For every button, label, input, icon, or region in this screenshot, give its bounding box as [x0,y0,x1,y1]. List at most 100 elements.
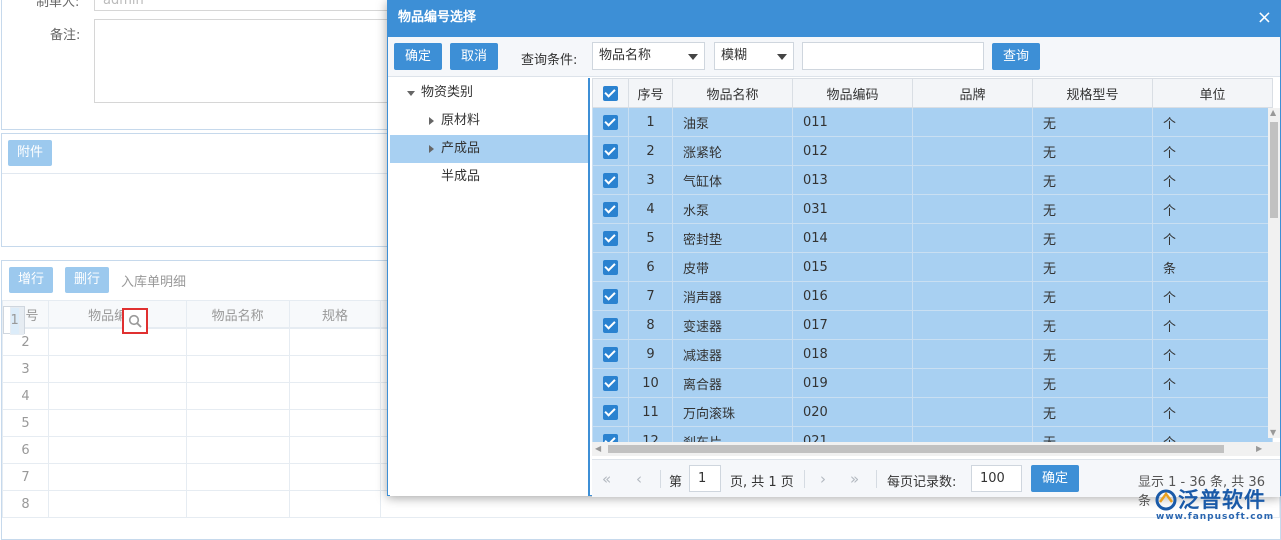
query-field-select[interactable]: 物品名称 [592,42,705,70]
item-code-cell[interactable]: 015 [792,252,913,282]
table-row[interactable]: 5 密封垫 014 无个 [592,223,1273,253]
spec-model-cell[interactable]: 无 [1032,223,1153,253]
row-no-cell[interactable]: 11 [628,397,673,427]
col-header-no[interactable]: 序号 [628,78,673,108]
item-name-cell[interactable]: 变速器 [672,310,793,340]
remark-field[interactable] [94,19,392,103]
item-code-cell[interactable] [18,306,148,335]
unit-cell[interactable]: 个 [1152,281,1273,311]
cell[interactable] [288,463,382,491]
tree-node-root[interactable]: 物资类别 [390,79,588,107]
table-row[interactable]: 6 皮带 015 无条 [592,252,1273,282]
item-name-cell[interactable]: 皮带 [672,252,793,282]
unit-cell[interactable]: 个 [1152,223,1273,253]
cell[interactable] [185,463,290,491]
table-row[interactable]: 10 离合器 019 无个 [592,368,1273,398]
next-page-icon[interactable]: › [820,470,826,488]
scroll-thumb[interactable] [608,445,1224,453]
item-code-cell[interactable]: 019 [792,368,913,398]
scroll-left-icon[interactable]: ◀ [595,444,601,453]
unit-cell[interactable]: 个 [1152,194,1273,224]
row-checkbox[interactable] [592,281,629,311]
item-code-cell[interactable]: 031 [792,194,913,224]
match-mode-select[interactable]: 模糊 [714,42,794,70]
scroll-up-icon[interactable]: ▲ [1270,108,1276,117]
cell[interactable] [47,490,187,518]
spec-model-cell[interactable]: 无 [1032,310,1153,340]
collapse-arrow-icon[interactable] [429,145,434,153]
row-no-cell[interactable]: 2 [628,136,673,166]
cell[interactable] [288,328,382,356]
table-row[interactable]: 7 消声器 016 无个 [592,281,1273,311]
cell[interactable] [288,409,382,437]
row-no-cell[interactable]: 9 [628,339,673,369]
spec-model-cell[interactable]: 无 [1032,194,1153,224]
unit-cell[interactable]: 个 [1152,136,1273,166]
creator-field[interactable]: admin [94,0,392,11]
row-checkbox[interactable] [592,136,629,166]
cell[interactable] [185,490,290,518]
item-code-cell[interactable]: 014 [792,223,913,253]
col-header-unit[interactable]: 单位 [1152,78,1273,108]
item-code-cell[interactable]: 012 [792,136,913,166]
unit-cell[interactable]: 条 [1152,252,1273,282]
cell[interactable] [288,355,382,383]
attach-button[interactable]: 附件 [8,140,53,166]
query-button[interactable]: 查询 [992,43,1040,70]
confirm-button[interactable]: 确定 [394,43,442,70]
table-row[interactable]: 3 气缸体 013 无个 [592,165,1273,195]
row-checkbox[interactable] [592,223,629,253]
row-no-cell[interactable]: 8 [628,310,673,340]
cell[interactable] [288,382,382,410]
cell[interactable] [185,436,290,464]
table-row[interactable]: 2 涨紧轮 012 无个 [592,136,1273,166]
horizontal-scrollbar[interactable]: ◀ ▶ [592,442,1280,456]
item-code-cell[interactable]: 013 [792,165,913,195]
unit-cell[interactable]: 个 [1152,165,1273,195]
scroll-thumb[interactable] [1270,122,1278,218]
item-code-cell[interactable]: 011 [792,107,913,137]
unit-cell[interactable]: 个 [1152,107,1273,137]
row-checkbox[interactable] [592,252,629,282]
lookup-button[interactable] [121,307,148,334]
row-no-cell[interactable]: 1 [628,107,673,137]
item-name-cell[interactable]: 油泵 [672,107,793,137]
spec-model-cell[interactable]: 无 [1032,281,1153,311]
row-checkbox[interactable] [592,107,629,137]
item-code-cell[interactable]: 016 [792,281,913,311]
cell[interactable] [47,463,187,491]
vertical-scrollbar[interactable]: ▲ ▼ [1268,108,1280,438]
row-no-cell[interactable]: 10 [628,368,673,398]
row-checkbox[interactable] [592,310,629,340]
spec-model-cell[interactable]: 无 [1032,252,1153,282]
cell[interactable] [185,382,290,410]
table-row[interactable]: 8 变速器 017 无个 [592,310,1273,340]
per-page-input[interactable]: 100 [971,465,1022,492]
row-checkbox[interactable] [592,194,629,224]
spec-model-cell[interactable]: 无 [1032,107,1153,137]
col-header-code[interactable]: 物品编码 [792,78,913,108]
cell[interactable] [288,436,382,464]
row-no-cell[interactable]: 6 [628,252,673,282]
tree-node-semi-finished[interactable]: 半成品 [390,163,588,191]
delete-row-button[interactable]: 删行 [65,267,110,293]
brand-cell[interactable] [912,223,1033,253]
item-name-cell[interactable]: 消声器 [672,281,793,311]
item-code-cell[interactable]: 018 [792,339,913,369]
close-icon[interactable]: × [1257,1,1272,35]
row-no-cell[interactable]: 4 [628,194,673,224]
brand-cell[interactable] [912,368,1033,398]
item-code-cell[interactable]: 017 [792,310,913,340]
table-row[interactable]: 9 减速器 018 无个 [592,339,1273,369]
spec-model-cell[interactable]: 无 [1032,136,1153,166]
pager-confirm-button[interactable]: 确定 [1031,465,1079,492]
unit-cell[interactable]: 个 [1152,368,1273,398]
brand-cell[interactable] [912,397,1033,427]
table-row[interactable]: 1 [2,305,148,335]
search-input[interactable] [802,42,984,70]
spec-model-cell[interactable]: 无 [1032,368,1153,398]
table-row[interactable]: 4 水泵 031 无个 [592,194,1273,224]
col-header-brand[interactable]: 品牌 [912,78,1033,108]
cell[interactable] [47,409,187,437]
brand-cell[interactable] [912,107,1033,137]
